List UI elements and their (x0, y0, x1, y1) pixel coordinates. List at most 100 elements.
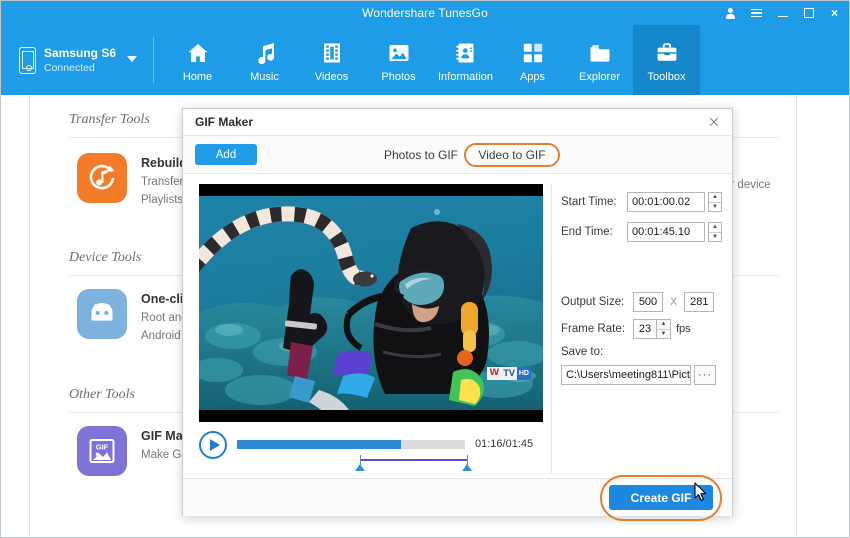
save-to-label: Save to: (561, 346, 603, 358)
browse-button[interactable]: ··· (694, 365, 716, 385)
nav-label-toolbox: Toolbox (648, 71, 686, 83)
frame-rate-stepper[interactable]: ▲ ▼ (657, 319, 671, 339)
nav-label-home: Home (183, 71, 212, 83)
film-strip-icon (319, 41, 345, 65)
start-time-stepper[interactable]: ▲ ▼ (708, 192, 722, 212)
title-bar: Wondershare TunesGo × (1, 1, 849, 25)
nav-item-toolbox[interactable]: Toolbox (633, 25, 700, 95)
mouse-cursor (694, 482, 708, 502)
contacts-book-icon (453, 41, 479, 65)
field-end-time: End Time: 00:01:45.10 ▲ ▼ (561, 222, 722, 242)
dialog-body: W TV HD 01:16/01:45 (183, 174, 732, 478)
trim-range[interactable] (237, 455, 465, 471)
phone-icon (19, 47, 36, 74)
nav-divider (153, 37, 154, 83)
close-icon[interactable]: × (706, 114, 722, 130)
end-time-step-down[interactable]: ▼ (709, 233, 721, 242)
end-time-input[interactable]: 00:01:45.10 (627, 222, 705, 242)
tab-video-to-gif[interactable]: Video to GIF (464, 143, 560, 167)
gif-maker-dialog: GIF Maker × Add Photos to GIF Video to G… (182, 108, 733, 516)
nav-item-home[interactable]: Home (164, 25, 231, 95)
field-save-to: C:\Users\meeting811\Pictures\Wo ··· (561, 365, 716, 385)
time-display: 01:16/01:45 (475, 438, 533, 450)
save-to-input[interactable]: C:\Users\meeting811\Pictures\Wo (561, 365, 691, 385)
account-icon[interactable] (724, 6, 737, 20)
tunesgo-window: Wondershare TunesGo × Samsung S6 Connect… (0, 0, 850, 538)
menu-icon[interactable] (750, 6, 763, 20)
video-player-controls: 01:16/01:45 (199, 429, 543, 473)
watermark-part-1: W (487, 367, 501, 380)
section-title-device-tools: Device Tools (69, 250, 141, 266)
device-status: Connected (44, 61, 116, 75)
dialog-footer: Create GIF (183, 478, 732, 516)
video-preview[interactable]: W TV HD (199, 184, 543, 422)
output-width-input[interactable]: 500 (633, 292, 663, 312)
seek-bar[interactable] (237, 440, 465, 449)
dialog-toolbar: Add Photos to GIF Video to GIF (183, 136, 732, 174)
nav-label-music: Music (250, 71, 279, 83)
nav-label-photos: Photos (381, 71, 415, 83)
maximize-button[interactable] (802, 6, 815, 20)
home-icon (185, 41, 211, 65)
device-selector[interactable]: Samsung S6 Connected (1, 25, 153, 95)
seek-progress (237, 440, 401, 449)
android-root-icon (77, 289, 127, 339)
gif-maker-icon: GIF (77, 426, 127, 476)
watermark-part-2: TV (501, 367, 517, 380)
panel-divider (551, 184, 552, 474)
trim-start-handle[interactable] (355, 455, 366, 471)
app-title: Wondershare TunesGo (362, 6, 488, 20)
nav-label-apps: Apps (520, 71, 545, 83)
start-time-label: Start Time: (561, 196, 627, 208)
briefcase-icon (654, 41, 680, 65)
dialog-header: GIF Maker × (183, 109, 732, 136)
start-time-step-up[interactable]: ▲ (709, 193, 721, 203)
content-right-divider (796, 95, 797, 537)
nav-label-explorer: Explorer (579, 71, 620, 83)
frame-rate-unit: fps (676, 323, 691, 335)
tab-photos-to-gif[interactable]: Photos to GIF (373, 143, 469, 167)
play-icon[interactable] (199, 431, 227, 459)
frame-rate-input[interactable]: 23 (633, 319, 657, 339)
nav-item-list: Home Music (164, 25, 700, 95)
close-button[interactable]: × (828, 6, 841, 20)
chevron-down-icon[interactable] (127, 56, 137, 62)
picture-icon (386, 41, 412, 65)
frame-rate-step-down[interactable]: ▼ (657, 330, 670, 339)
output-height-input[interactable]: 281 (684, 292, 714, 312)
watermark-part-3: HD (517, 367, 531, 380)
output-size-label: Output Size: (561, 296, 633, 308)
minimize-button[interactable] (776, 6, 789, 20)
end-time-step-up[interactable]: ▲ (709, 223, 721, 233)
end-time-stepper[interactable]: ▲ ▼ (708, 222, 722, 242)
frame-rate-label: Frame Rate: (561, 323, 633, 335)
nav-item-explorer[interactable]: Explorer (566, 25, 633, 95)
window-controls: × (724, 1, 841, 25)
end-time-label: End Time: (561, 226, 627, 238)
field-frame-rate: Frame Rate: 23 ▲ ▼ fps (561, 319, 691, 339)
field-start-time: Start Time: 00:01:00.02 ▲ ▼ (561, 192, 722, 212)
start-time-input[interactable]: 00:01:00.02 (627, 192, 705, 212)
video-watermark: W TV HD (487, 367, 531, 380)
main-navigation: Samsung S6 Connected Home Music (1, 25, 849, 95)
trim-connector (360, 459, 467, 461)
nav-item-apps[interactable]: Apps (499, 25, 566, 95)
device-name: Samsung S6 (44, 45, 116, 61)
add-button[interactable]: Add (195, 144, 257, 165)
section-title-other-tools: Other Tools (69, 387, 135, 403)
nav-label-videos: Videos (315, 71, 348, 83)
start-time-step-down[interactable]: ▼ (709, 203, 721, 212)
content-left-divider (29, 95, 30, 537)
rebuild-itunes-icon (77, 153, 127, 203)
nav-label-information: Information (438, 71, 493, 83)
section-title-transfer-tools: Transfer Tools (69, 112, 150, 128)
nav-item-photos[interactable]: Photos (365, 25, 432, 95)
nav-item-videos[interactable]: Videos (298, 25, 365, 95)
svg-text:GIF: GIF (96, 442, 109, 451)
field-save-to-label: Save to: (561, 346, 603, 358)
trim-end-handle[interactable] (462, 455, 473, 471)
output-size-separator: X (670, 296, 677, 308)
nav-item-information[interactable]: Information (432, 25, 499, 95)
frame-rate-step-up[interactable]: ▲ (657, 320, 670, 330)
nav-item-music[interactable]: Music (231, 25, 298, 95)
